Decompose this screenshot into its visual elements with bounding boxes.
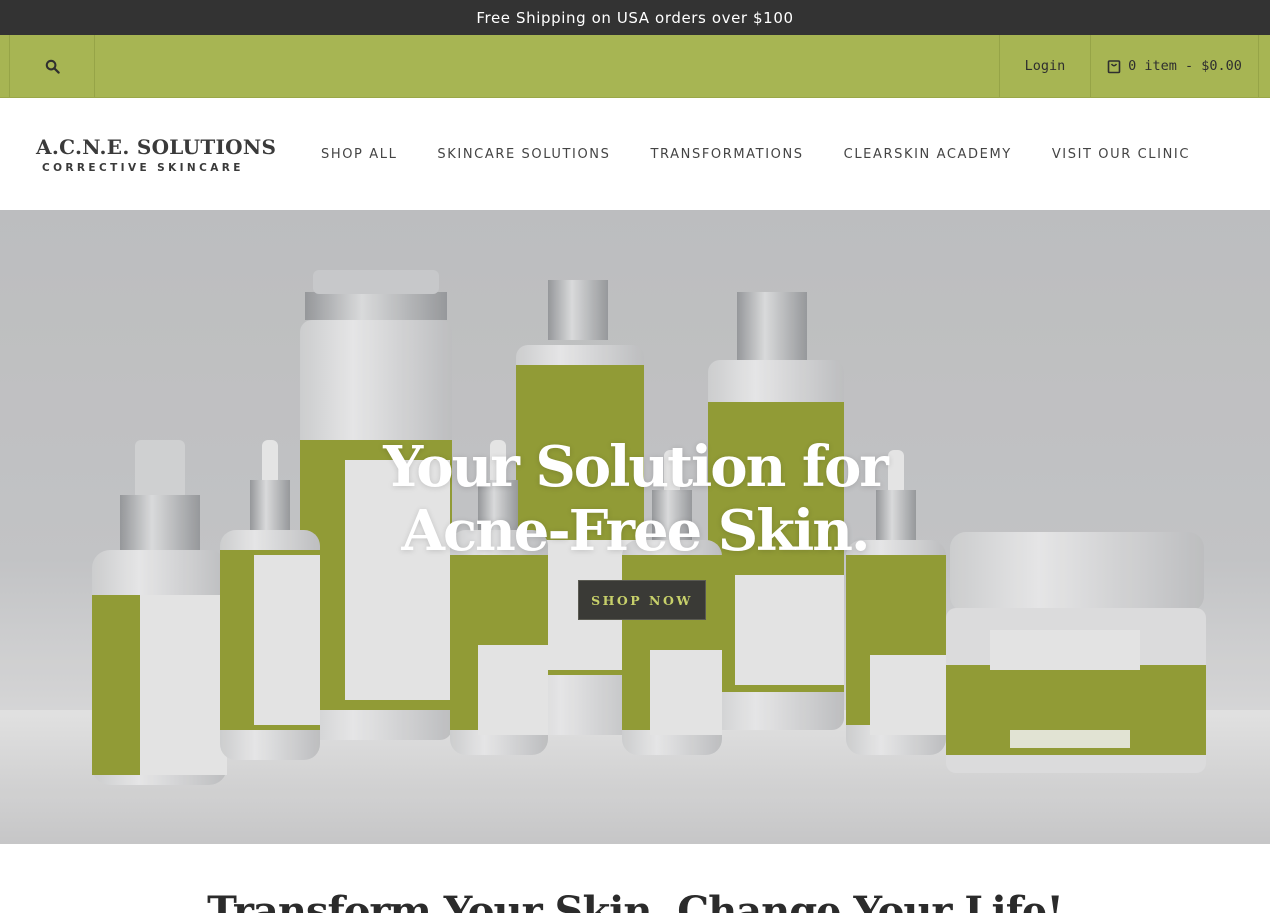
search-icon <box>45 59 60 74</box>
logo-wordmark: A.C.N.E. SOLUTIONS <box>36 134 277 159</box>
cart-summary: 0 item - $0.00 <box>1128 58 1242 74</box>
hero-headline-line1: Your Solution for <box>383 434 889 500</box>
nav-item-clearskin-academy[interactable]: CLEARSKIN ACADEMY <box>844 147 1012 162</box>
bag-icon <box>1107 59 1121 73</box>
shop-now-button[interactable]: SHOP NOW <box>578 580 706 620</box>
site-header: A.C.N.E. SOLUTIONS CORRECTIVE SKINCARE S… <box>0 98 1270 210</box>
cart-link[interactable]: 0 item - $0.00 <box>1090 35 1259 97</box>
login-label: Login <box>1024 58 1066 74</box>
logo-tagline: CORRECTIVE SKINCARE <box>42 161 244 174</box>
site-logo[interactable]: A.C.N.E. SOLUTIONS CORRECTIVE SKINCARE <box>36 134 277 174</box>
hero-banner: Your Solution for Acne-Free Skin. SHOP N… <box>0 210 1270 844</box>
login-link[interactable]: Login <box>999 35 1090 97</box>
nav-item-shop-all[interactable]: SHOP ALL <box>321 147 397 162</box>
section-heading: Transform Your Skin, Change Your Life! <box>207 888 1064 913</box>
announcement-bar: Free Shipping on USA orders over $100 <box>0 0 1270 35</box>
search-button[interactable] <box>9 35 95 97</box>
main-nav: SHOP ALL SKINCARE SOLUTIONS TRANSFORMATI… <box>321 147 1230 162</box>
nav-item-visit-our-clinic[interactable]: VISIT OUR CLINIC <box>1052 147 1190 162</box>
nav-item-transformations[interactable]: TRANSFORMATIONS <box>651 147 804 162</box>
utility-bar: Login 0 item - $0.00 <box>0 35 1270 98</box>
hero-headline: Your Solution for Acne-Free Skin. <box>0 435 1270 563</box>
nav-item-skincare-solutions[interactable]: SKINCARE SOLUTIONS <box>437 147 610 162</box>
hero-headline-line2: Acne-Free Skin. <box>401 498 871 564</box>
announcement-text: Free Shipping on USA orders over $100 <box>476 8 794 27</box>
